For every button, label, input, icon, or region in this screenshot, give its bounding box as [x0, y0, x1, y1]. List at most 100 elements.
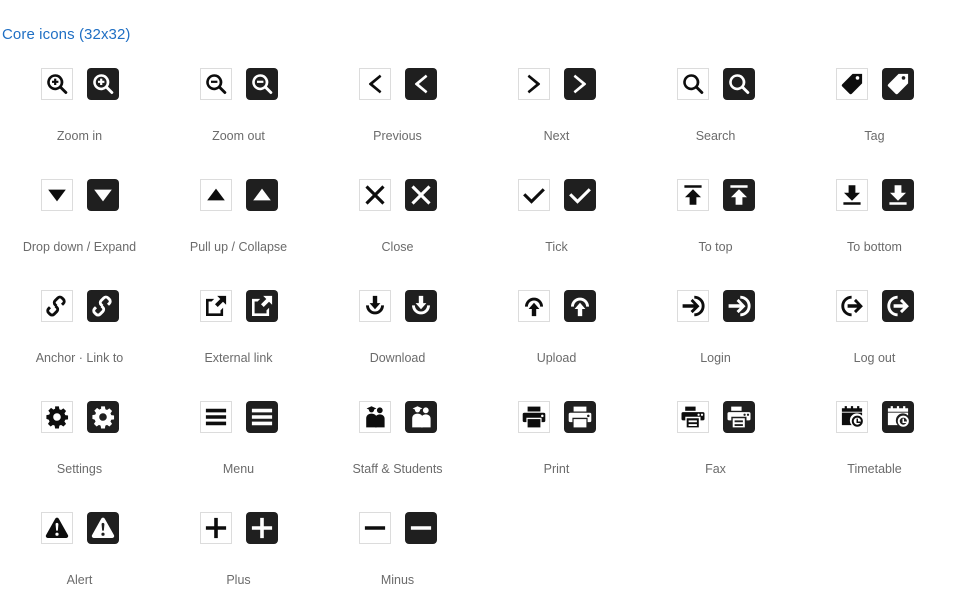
- icon-swatch-light-staff-students[interactable]: [358, 401, 391, 433]
- tag-icon: [841, 73, 862, 95]
- icon-swatch-dark-alert[interactable]: [86, 512, 119, 544]
- to-bottom-icon: [842, 185, 861, 205]
- icon-label-to-bottom: To bottom: [847, 240, 902, 254]
- icon-swatch-dark-anchor-link-to[interactable]: [86, 290, 119, 322]
- chevron-left-icon: [414, 74, 427, 94]
- icon-swatch-dark-to-bottom[interactable]: [881, 179, 914, 211]
- icon-swatch-dark-log-out[interactable]: [881, 290, 914, 322]
- icon-swatch-light-external-link[interactable]: [199, 290, 232, 322]
- printer-icon: [568, 406, 591, 428]
- icon-swatch-light-to-bottom[interactable]: [835, 179, 868, 211]
- icon-swatch-dark-minus[interactable]: [404, 512, 437, 544]
- icon-swatch-dark-drop-down-expand[interactable]: [86, 179, 119, 211]
- upload-icon: [524, 297, 543, 317]
- icon-swatch-light-close[interactable]: [358, 179, 391, 211]
- icon-pair-next: [517, 60, 596, 108]
- icon-swatch-dark-print[interactable]: [563, 401, 596, 433]
- icon-pair-drop-down-expand: [40, 171, 119, 219]
- icon-label-download: Download: [369, 351, 426, 365]
- gear-icon: [45, 406, 68, 429]
- icon-label-fax: Fax: [705, 462, 726, 476]
- icon-swatch-light-menu[interactable]: [199, 401, 232, 433]
- minus-icon: [364, 526, 385, 530]
- icon-swatch-dark-download[interactable]: [404, 290, 437, 322]
- icon-swatch-dark-plus[interactable]: [245, 512, 278, 544]
- icon-swatch-dark-tag[interactable]: [881, 68, 914, 100]
- icon-pair-previous: [358, 60, 437, 108]
- icon-label-previous: Previous: [373, 129, 422, 143]
- icon-swatch-light-timetable[interactable]: [835, 401, 868, 433]
- icon-swatch-light-tick[interactable]: [517, 179, 550, 211]
- icon-cell-timetable: Timetable: [795, 393, 954, 504]
- icon-swatch-dark-timetable[interactable]: [881, 401, 914, 433]
- icon-swatch-dark-upload[interactable]: [563, 290, 596, 322]
- icon-swatch-dark-zoom-out[interactable]: [245, 68, 278, 100]
- icon-swatch-light-to-top[interactable]: [676, 179, 709, 211]
- chevron-left-icon: [368, 74, 381, 94]
- icon-swatch-dark-to-top[interactable]: [722, 179, 755, 211]
- zoom-out-icon: [205, 74, 226, 94]
- icon-swatch-dark-login[interactable]: [722, 290, 755, 322]
- icon-swatch-dark-zoom-in[interactable]: [86, 68, 119, 100]
- icon-swatch-light-zoom-out[interactable]: [199, 68, 232, 100]
- icon-label-pull-up-collapse: Pull up / Collapse: [189, 240, 288, 254]
- icon-label-settings: Settings: [56, 462, 103, 476]
- close-icon: [410, 185, 431, 205]
- icon-swatch-light-pull-up-collapse[interactable]: [199, 179, 232, 211]
- icon-swatch-light-next[interactable]: [517, 68, 550, 100]
- icon-label-print: Print: [543, 462, 570, 476]
- icon-swatch-dark-settings[interactable]: [86, 401, 119, 433]
- icon-swatch-dark-fax[interactable]: [722, 401, 755, 433]
- icon-swatch-dark-external-link[interactable]: [245, 290, 278, 322]
- menu-icon: [205, 408, 226, 426]
- icon-swatch-light-search[interactable]: [676, 68, 709, 100]
- icon-label-tick: Tick: [545, 240, 568, 254]
- icon-swatch-light-fax[interactable]: [676, 401, 709, 433]
- icon-swatch-light-tag[interactable]: [835, 68, 868, 100]
- icon-swatch-light-anchor-link-to[interactable]: [40, 290, 73, 322]
- icon-pair-log-out: [835, 282, 914, 330]
- icon-swatch-dark-close[interactable]: [404, 179, 437, 211]
- icon-pair-plus: [199, 504, 278, 552]
- icon-cell-next: Next: [477, 60, 636, 171]
- icon-swatch-dark-next[interactable]: [563, 68, 596, 100]
- icon-grid: Zoom in Zoom out Previous Next Search Tag Drop…: [0, 60, 954, 615]
- icon-swatch-dark-previous[interactable]: [404, 68, 437, 100]
- icon-label-log-out: Log out: [853, 351, 896, 365]
- icon-label-staff-students: Staff & Students: [352, 462, 443, 476]
- icon-swatch-light-minus[interactable]: [358, 512, 391, 544]
- menu-icon: [251, 408, 272, 426]
- page-title[interactable]: Core icons (32x32): [2, 25, 131, 45]
- icon-pair-staff-students: [358, 393, 437, 441]
- icon-pair-print: [517, 393, 596, 441]
- icon-swatch-light-upload[interactable]: [517, 290, 550, 322]
- icon-cell-external-link: External link: [159, 282, 318, 393]
- icon-swatch-light-settings[interactable]: [40, 401, 73, 433]
- icon-swatch-light-download[interactable]: [358, 290, 391, 322]
- external-link-icon: [205, 295, 226, 316]
- icon-swatch-light-previous[interactable]: [358, 68, 391, 100]
- icon-swatch-dark-pull-up-collapse[interactable]: [245, 179, 278, 211]
- icon-label-tag: Tag: [864, 129, 885, 143]
- icon-pair-timetable: [835, 393, 914, 441]
- icon-label-close: Close: [381, 240, 414, 254]
- icon-swatch-dark-tick[interactable]: [563, 179, 596, 211]
- icon-swatch-light-print[interactable]: [517, 401, 550, 433]
- icon-reference-sheet: Core icons (32x32) Zoom in Zoom out Previo…: [0, 0, 954, 609]
- icon-swatch-light-drop-down-expand[interactable]: [40, 179, 73, 211]
- icon-swatch-light-alert[interactable]: [40, 512, 73, 544]
- icon-swatch-dark-search[interactable]: [722, 68, 755, 100]
- icon-cell-tag: Tag: [795, 60, 954, 171]
- chevron-right-icon: [573, 74, 586, 94]
- icon-label-menu: Menu: [222, 462, 255, 476]
- icon-swatch-dark-menu[interactable]: [245, 401, 278, 433]
- triangle-down-icon: [93, 189, 112, 202]
- icon-pair-anchor-link-to: [40, 282, 119, 330]
- icon-swatch-light-login[interactable]: [676, 290, 709, 322]
- icon-swatch-light-plus[interactable]: [199, 512, 232, 544]
- icon-cell-search: Search: [636, 60, 795, 171]
- icon-swatch-light-zoom-in[interactable]: [40, 68, 73, 100]
- calendar-clock-icon: [841, 406, 863, 427]
- icon-swatch-dark-staff-students[interactable]: [404, 401, 437, 433]
- icon-swatch-light-log-out[interactable]: [835, 290, 868, 322]
